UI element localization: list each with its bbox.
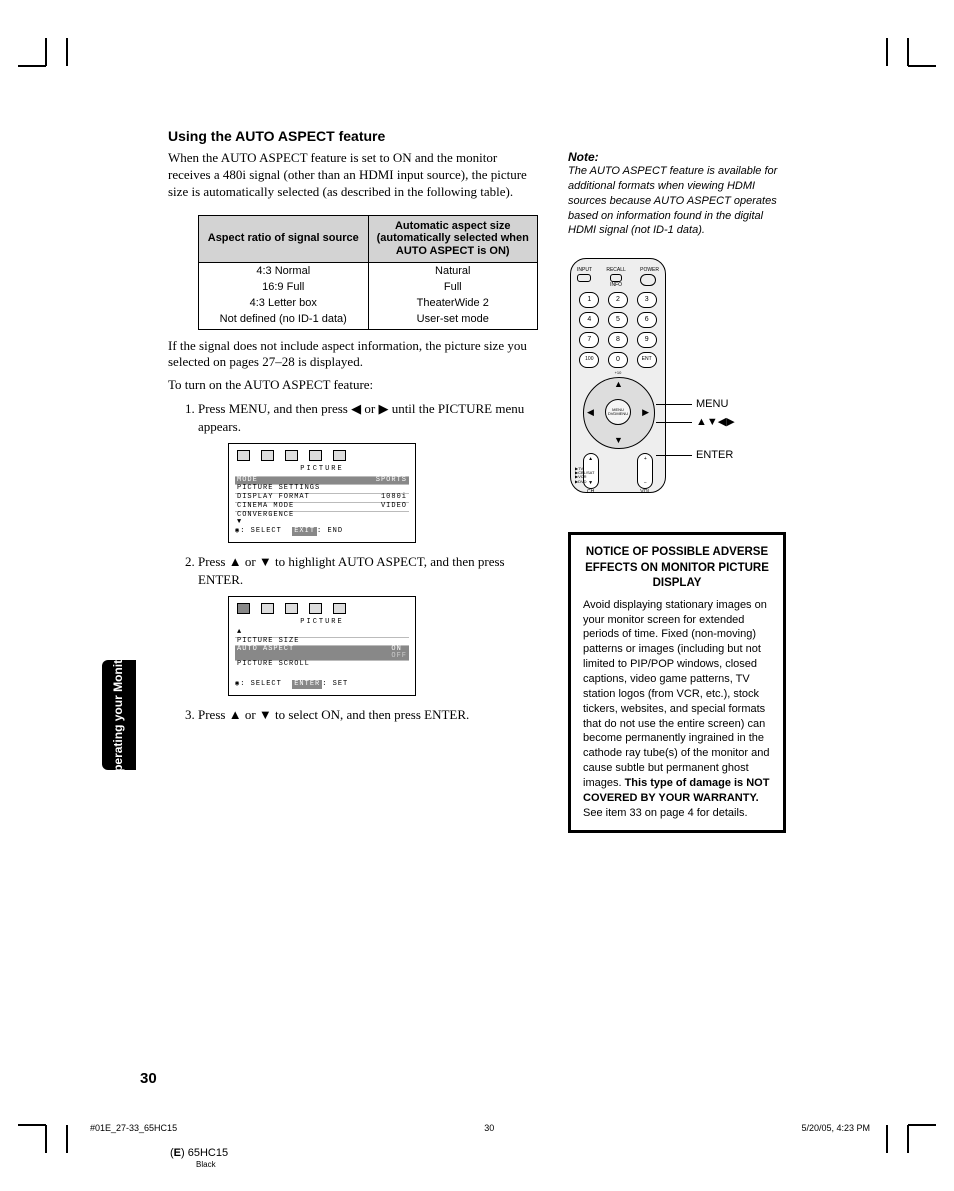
- notice-title: NOTICE OF POSSIBLE ADVERSE EFFECTS ON MO…: [583, 545, 771, 592]
- osd-value: 1080i: [381, 494, 407, 502]
- table-cell: 4:3 Letter box: [199, 295, 369, 311]
- osd-footer: EXIT: [292, 527, 317, 536]
- osd-row: DISPLAY FORMAT: [237, 494, 310, 502]
- model-footer: (E) 65HC15: [170, 1147, 228, 1159]
- osd-row: PICTURE SIZE: [237, 638, 299, 646]
- osd-row: PICTURE SCROLL: [237, 661, 310, 669]
- step-text: Press: [198, 707, 229, 722]
- remote-label: INPUT: [577, 267, 592, 273]
- osd-value: VIDEO: [381, 503, 407, 511]
- osd-row: PICTURE SETTINGS: [237, 485, 320, 493]
- table-cell: User-set mode: [368, 311, 538, 330]
- step-text: or: [242, 707, 259, 722]
- step-text: Press: [198, 554, 229, 569]
- table-header-1: Aspect ratio of signal source: [199, 215, 369, 262]
- table-cell: Full: [368, 279, 538, 295]
- remote-button-4: 4: [579, 312, 599, 328]
- table-cell: 16:9 Full: [199, 279, 369, 295]
- osd-value: SPORTS: [376, 477, 407, 485]
- osd-row: CONVERGENCE: [237, 512, 294, 520]
- remote-label: INFO: [610, 282, 622, 288]
- remote-button-2: 2: [608, 292, 628, 308]
- notice-box: NOTICE OF POSSIBLE ADVERSE EFFECTS ON MO…: [568, 532, 786, 833]
- color-plate-label: Black: [196, 1160, 216, 1169]
- remote-button-5: 5: [608, 312, 628, 328]
- table-cell: Natural: [368, 262, 538, 279]
- notice-body: Avoid displaying stationary images on yo…: [583, 599, 770, 789]
- page-number: 30: [140, 1070, 157, 1087]
- remote-button-9: 9: [637, 332, 657, 348]
- remote-button-3: 3: [637, 292, 657, 308]
- remote-label: POWER: [640, 267, 659, 273]
- osd-row: AUTO ASPECT: [237, 646, 294, 660]
- table-header-2: Automatic aspect size (automatically sel…: [368, 215, 538, 262]
- callout-arrows: ▲▼◀▶: [676, 414, 735, 432]
- remote-button-100: 100: [579, 352, 599, 368]
- footer-page: 30: [484, 1123, 494, 1133]
- osd-footer: : END: [317, 527, 343, 535]
- osd-screenshot-1: PICTURE MODE SPORTS PICTURE SETTINGS DISP…: [228, 443, 416, 543]
- osd-value: OFF: [391, 653, 407, 660]
- remote-label: VOL: [640, 489, 650, 495]
- paragraph: To turn on the AUTO ASPECT feature:: [168, 377, 538, 394]
- table-cell: TheaterWide 2: [368, 295, 538, 311]
- remote-diagram: INPUT RECALL INFO POWER 1 2 3 4 5 6 7 8 9…: [568, 258, 786, 508]
- remote-button-1: 1: [579, 292, 599, 308]
- callout-enter: ENTER: [676, 447, 735, 465]
- remote-button-7: 7: [579, 332, 599, 348]
- paragraph: If the signal does not include aspect in…: [168, 338, 538, 372]
- remote-plus10: +10: [577, 370, 659, 375]
- print-footer: #01E_27-33_65HC15 30 5/20/05, 4:23 PM: [90, 1123, 870, 1133]
- osd-footer: ENTER: [292, 680, 322, 689]
- remote-label: RECALL: [606, 267, 625, 273]
- remote-label: CH: [587, 489, 594, 495]
- remote-button-6: 6: [637, 312, 657, 328]
- remote-button-ent: ENT: [637, 352, 657, 368]
- step-2: Press ▲ or ▼ to highlight AUTO ASPECT, a…: [198, 553, 538, 696]
- chapter-tab-text: Operating your Monitor: [112, 648, 125, 781]
- remote-dpad: ▲ ▼ ◀ ▶ MENU DVDMENU: [583, 377, 653, 447]
- chapter-tab: Operating your Monitor: [102, 660, 136, 770]
- table-cell: Not defined (no ID-1 data): [199, 311, 369, 330]
- step-text: Press MENU, and then press: [198, 401, 351, 416]
- note-text: The AUTO ASPECT feature is available for…: [568, 164, 786, 238]
- remote-device-labels: ▶TV▶CBL/SAT▶VCR▶DVD: [575, 467, 594, 485]
- remote-button-0: 0: [608, 352, 628, 368]
- callout-menu: MENU: [676, 396, 735, 414]
- footer-model: ) 65HC15: [181, 1147, 228, 1159]
- footer-filename: #01E_27-33_65HC15: [90, 1123, 177, 1133]
- step-3: Press ▲ or ▼ to select ON, and then pres…: [198, 706, 538, 724]
- steps-list: Press MENU, and then press ◀ or ▶ until …: [168, 400, 538, 724]
- osd-title: PICTURE: [235, 618, 409, 627]
- osd-screenshot-2: PICTURE ▲ PICTURE SIZE AUTO ASPECTONOFF …: [228, 596, 416, 696]
- table-cell: 4:3 Normal: [199, 262, 369, 279]
- osd-footer: : SELECT: [240, 527, 282, 535]
- osd-row: CINEMA MODE: [237, 503, 294, 511]
- remote-vol-rocker: +−: [637, 453, 653, 489]
- osd-row: MODE: [237, 477, 258, 485]
- step-text: to select ON, and then press ENTER.: [272, 707, 469, 722]
- osd-footer: : SELECT: [240, 680, 282, 688]
- section-heading: Using the AUTO ASPECT feature: [168, 128, 786, 144]
- aspect-table: Aspect ratio of signal source Automatic …: [198, 215, 538, 330]
- osd-title: PICTURE: [235, 465, 409, 474]
- step-text: or: [242, 554, 259, 569]
- footer-timestamp: 5/20/05, 4:23 PM: [801, 1123, 870, 1133]
- intro-paragraph: When the AUTO ASPECT feature is set to O…: [168, 150, 538, 201]
- footer-region: E: [174, 1147, 181, 1159]
- notice-body: See item 33 on page 4 for details.: [583, 807, 748, 819]
- step-text: or: [361, 401, 378, 416]
- remote-button-8: 8: [608, 332, 628, 348]
- osd-footer: : SET: [322, 680, 348, 688]
- note-label: Note:: [568, 150, 786, 164]
- step-1: Press MENU, and then press ◀ or ▶ until …: [198, 400, 538, 543]
